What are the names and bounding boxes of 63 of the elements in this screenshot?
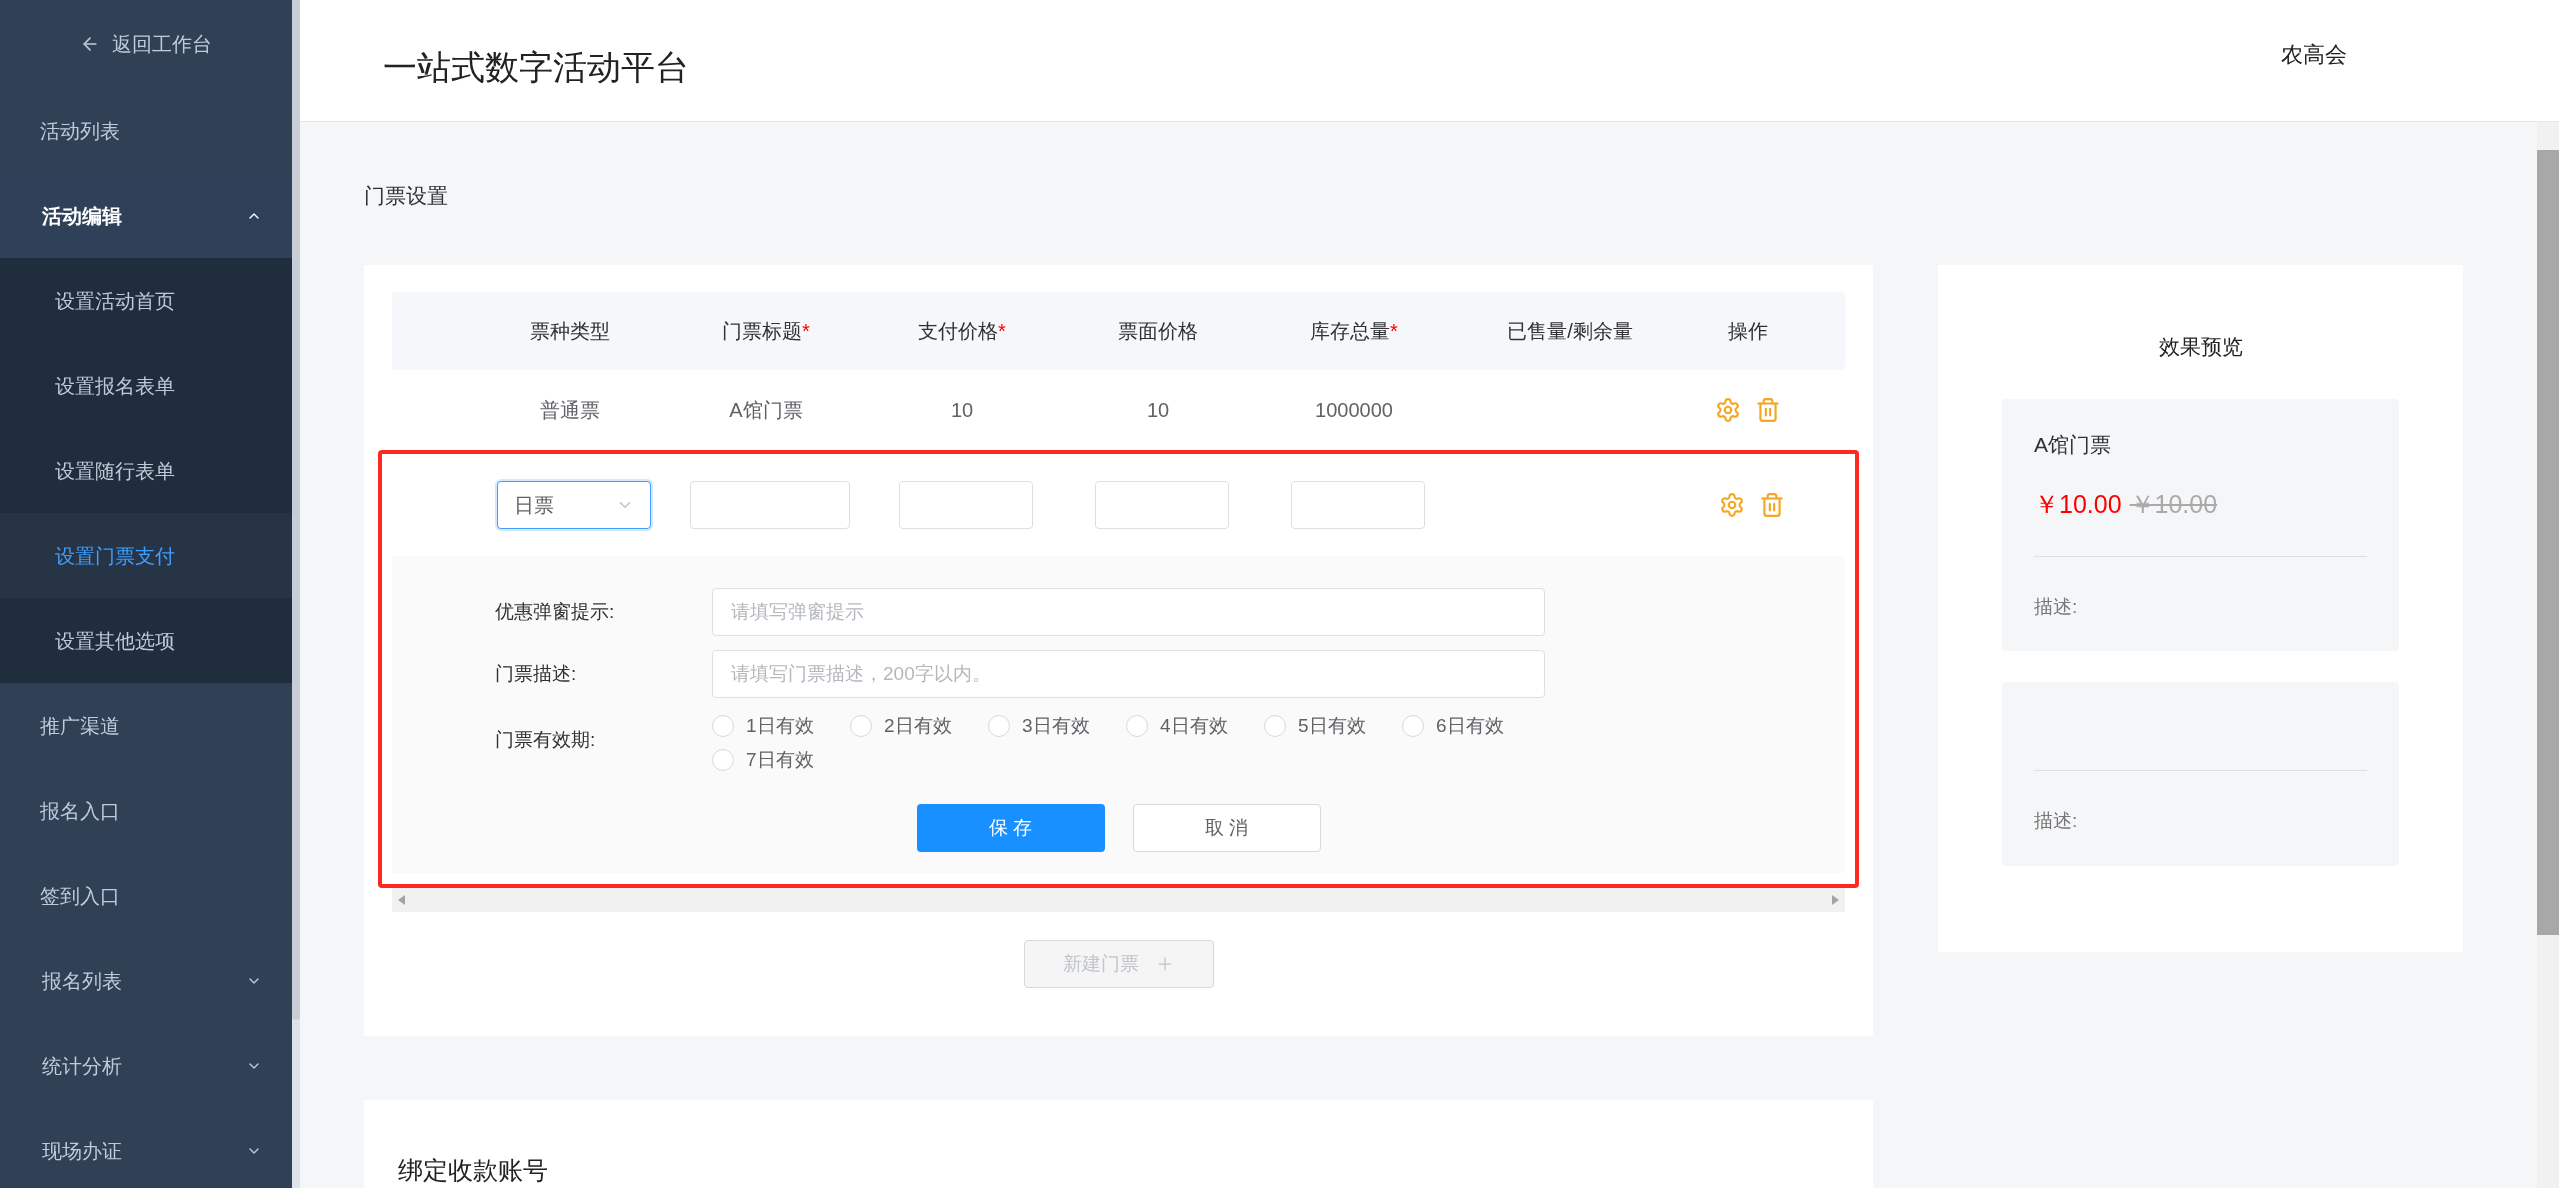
sidebar-subitem[interactable]: 设置随行表单 — [0, 428, 292, 513]
sidebar-subitem[interactable]: 设置活动首页 — [0, 258, 292, 343]
original-price: ￥10.00 — [2129, 489, 2218, 520]
description-label: 描述: — [2034, 809, 2079, 833]
sidebar-subitem[interactable]: 设置报名表单 — [0, 343, 292, 428]
column-header: 支付价格* — [918, 319, 1006, 344]
account-section-title: 绑定收款账号 — [398, 1156, 548, 1184]
table-cell-text: 1000000 — [1315, 398, 1393, 423]
radio-option[interactable]: 7日有效 — [712, 746, 850, 774]
column-header: 操作 — [1728, 319, 1768, 344]
text-input[interactable]: 请填写门票描述，200字以内。 — [712, 650, 1545, 698]
save-button[interactable]: 保 存 — [916, 804, 1105, 852]
user-name[interactable]: 农高会 — [2281, 38, 2347, 71]
app-title: 一站式数字活动平台 — [383, 47, 689, 88]
page-scrollbar[interactable] — [2537, 122, 2559, 1188]
stock-input[interactable] — [1291, 481, 1425, 529]
table-cell-text: 10 — [950, 398, 974, 423]
sidebar-item[interactable]: 推广渠道 — [0, 683, 292, 768]
field-label: 门票描述: — [495, 661, 578, 686]
radio-option[interactable]: 2日有效 — [850, 712, 988, 740]
ticket-price: ￥10.00 — [2034, 489, 2122, 520]
table-cell-text: 普通票 — [540, 398, 600, 423]
sidebar-scrollbar[interactable] — [292, 0, 300, 1188]
title-input[interactable] — [690, 481, 850, 529]
preview-title: 效果预览 — [2158, 334, 2243, 360]
radio-option[interactable]: 1日有效 — [712, 712, 850, 740]
text-input[interactable]: 请填写弹窗提示 — [712, 588, 1545, 636]
price-input[interactable] — [899, 481, 1033, 529]
sidebar-group[interactable]: 现场办证 — [0, 1108, 292, 1188]
sidebar-group[interactable]: 统计分析 — [0, 1023, 292, 1108]
column-header: 库存总量* — [1310, 319, 1398, 344]
back-link[interactable]: 返回工作台 — [0, 0, 292, 88]
table-cell-text: A馆门票 — [729, 398, 803, 423]
radio-option[interactable]: 5日有效 — [1264, 712, 1402, 740]
sidebar-subitem[interactable]: 设置门票支付 — [0, 513, 292, 598]
radio-option[interactable]: 4日有效 — [1126, 712, 1264, 740]
scroll-left-icon[interactable] — [398, 895, 406, 905]
settings-icon[interactable] — [1715, 397, 1741, 423]
column-header: 票面价格 — [1118, 319, 1198, 344]
cancel-button[interactable]: 取 消 — [1132, 804, 1321, 852]
column-header: 门票标题* — [722, 319, 810, 344]
table-cell-text: 10 — [1146, 398, 1170, 423]
ticket-title: A馆门票 — [2034, 431, 2112, 458]
field-label: 门票有效期: — [495, 728, 597, 752]
scroll-right-icon[interactable] — [1831, 895, 1839, 905]
sidebar-item[interactable]: 报名入口 — [0, 768, 292, 853]
sidebar-group[interactable]: 报名列表 — [0, 938, 292, 1023]
sidebar-item[interactable]: 活动列表 — [0, 88, 292, 173]
field-label: 优惠弹窗提示: — [495, 599, 616, 624]
description-label: 描述: — [2034, 594, 2079, 619]
sidebar-item[interactable]: 签到入口 — [0, 853, 292, 938]
trash-icon[interactable] — [1759, 492, 1785, 518]
sidebar-subitem[interactable]: 设置其他选项 — [0, 598, 292, 683]
trash-icon[interactable] — [1755, 397, 1781, 423]
radio-option[interactable]: 6日有效 — [1402, 712, 1540, 740]
settings-icon[interactable] — [1719, 492, 1745, 518]
horizontal-scrollbar[interactable] — [392, 888, 1845, 912]
face-price-input[interactable] — [1095, 481, 1229, 529]
radio-option[interactable]: 3日有效 — [988, 712, 1126, 740]
section-title: 门票设置 — [364, 184, 449, 208]
ticket-type-select[interactable]: 日票 — [497, 481, 651, 529]
column-header: 票种类型 — [530, 319, 610, 344]
column-header: 已售量/剩余量 — [1507, 319, 1633, 344]
